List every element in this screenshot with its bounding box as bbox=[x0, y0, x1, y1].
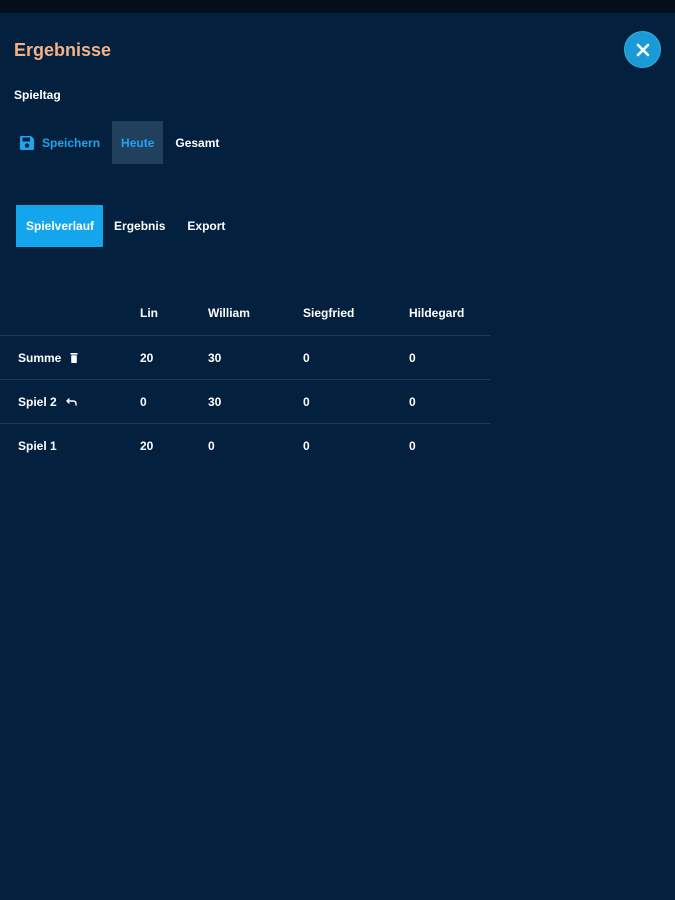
save-button[interactable]: Speichern bbox=[12, 121, 108, 164]
table-cell: 0 bbox=[409, 438, 416, 453]
section-label: Spieltag bbox=[14, 88, 61, 102]
table-header-row: Lin William Siegfried Hildegard bbox=[0, 290, 490, 336]
table-row: Summe 20 30 0 0 bbox=[0, 336, 490, 380]
table-cell: 20 bbox=[140, 350, 154, 365]
save-button-label: Speichern bbox=[42, 135, 101, 150]
total-button[interactable]: Gesamt bbox=[163, 121, 231, 164]
table-cell: 30 bbox=[208, 394, 222, 409]
table-row: Spiel 1 20 0 0 0 bbox=[0, 424, 490, 467]
table-cell: 20 bbox=[140, 438, 154, 453]
column-header: Lin bbox=[140, 305, 158, 320]
row-label-cell: Summe bbox=[18, 336, 78, 379]
column-header: Siegfried bbox=[303, 305, 355, 320]
close-button[interactable] bbox=[624, 31, 661, 68]
page-title: Ergebnisse bbox=[14, 40, 112, 60]
tab-ergebnis[interactable]: Ergebnis bbox=[103, 205, 176, 247]
table-cell: 0 bbox=[303, 350, 310, 365]
table-cell: 0 bbox=[140, 394, 147, 409]
close-icon bbox=[636, 43, 650, 57]
toolbar: Speichern Heute Gesamt bbox=[12, 121, 231, 164]
row-label: Spiel 2 bbox=[18, 394, 57, 409]
table-cell: 0 bbox=[208, 438, 215, 453]
column-header: William bbox=[208, 305, 250, 320]
table-cell: 30 bbox=[208, 350, 222, 365]
table-cell: 0 bbox=[409, 350, 416, 365]
row-label: Summe bbox=[18, 350, 62, 365]
floppy-disk-icon bbox=[19, 135, 35, 151]
tab-spielverlauf[interactable]: Spielverlauf bbox=[16, 205, 104, 247]
table-row: Spiel 2 0 30 0 0 bbox=[0, 380, 490, 424]
tab-bar: Spielverlauf Ergebnis Export bbox=[16, 205, 236, 247]
today-button[interactable]: Heute bbox=[112, 121, 164, 164]
top-status-bar bbox=[0, 0, 675, 13]
row-label-cell: Spiel 2 bbox=[18, 380, 77, 423]
table-cell: 0 bbox=[303, 394, 310, 409]
row-label: Spiel 1 bbox=[18, 438, 57, 453]
table-cell: 0 bbox=[409, 394, 416, 409]
column-header: Hildegard bbox=[409, 305, 465, 320]
tab-export[interactable]: Export bbox=[176, 205, 236, 247]
trash-icon[interactable] bbox=[70, 352, 78, 363]
row-label-cell: Spiel 1 bbox=[18, 424, 57, 467]
undo-icon[interactable] bbox=[65, 397, 77, 406]
table-cell: 0 bbox=[303, 438, 310, 453]
results-table: Lin William Siegfried Hildegard Summe 20… bbox=[0, 290, 490, 467]
